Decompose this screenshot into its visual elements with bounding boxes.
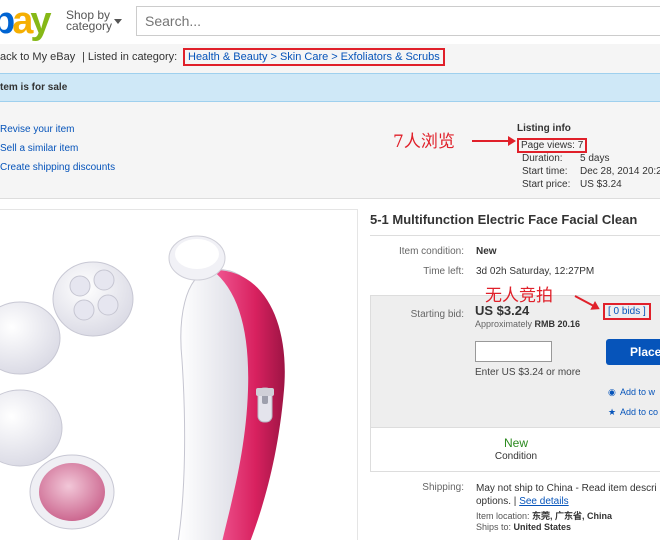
header: bay Shop by category (0, 0, 660, 44)
see-details-link[interactable]: See details (519, 496, 568, 507)
listing-info-title: Listing info (517, 123, 571, 134)
product-image[interactable] (0, 209, 358, 540)
start-price-row: Start price: US $3.24 (522, 179, 622, 190)
sell-similar-item-link[interactable]: Sell a similar item (0, 143, 78, 154)
breadcrumb-separator: > (270, 51, 277, 63)
face-brush-illustration (0, 235, 285, 540)
start-time-row: Start time: Dec 28, 2014 20:2 (522, 166, 660, 177)
seller-tools: Revise your item Sell a similar item Cre… (0, 103, 660, 198)
search-input[interactable] (136, 6, 660, 36)
shipping-text: May not ship to China - Read item descri… (476, 483, 657, 507)
chevron-down-icon (114, 19, 122, 24)
item-condition-label: Item condition: (398, 246, 464, 257)
breadcrumb-item-health-beauty[interactable]: Health & Beauty (188, 51, 268, 63)
add-to-collection-link[interactable]: ★ Add to co (608, 407, 658, 418)
create-shipping-discounts-link[interactable]: Create shipping discounts (0, 162, 115, 173)
back-to-my-ebay-link[interactable]: ack to My eBay (0, 46, 75, 68)
condition-box-value: New (503, 436, 528, 450)
item-title: 5-1 Multifunction Electric Face Facial C… (370, 212, 638, 227)
condition-box: New Condition (371, 427, 660, 471)
condition-box-label: Condition (494, 451, 538, 462)
time-left-label: Time left: (423, 266, 464, 277)
eye-icon: ◉ (608, 387, 616, 397)
bids-count-link[interactable]: [ 0 bids ] (603, 303, 651, 320)
breadcrumb-item-exfoliators-scrubs[interactable]: Exfoliators & Scrubs (341, 51, 440, 63)
bid-amount-input[interactable] (475, 341, 552, 362)
ships-to: Ships to: United States (476, 522, 572, 532)
item-condition-value: New (476, 246, 497, 257)
item-main: 5-1 Multifunction Electric Face Facial C… (0, 198, 660, 540)
revise-item-link[interactable]: Revise your item (0, 124, 74, 135)
shipping-label: Shipping: (422, 482, 464, 493)
time-left-value: 3d 02h Saturday, 12:27PM (476, 266, 595, 277)
duration-row: Duration: 5 days (522, 153, 610, 164)
banner-text: tem is for sale (0, 82, 68, 93)
add-to-watch-list-link[interactable]: ◉ Add to w (608, 387, 655, 398)
divider (370, 235, 660, 236)
views-annotation: 7人浏览 (393, 132, 455, 152)
breadcrumb-row: ack to My eBay | Listed in category: Hea… (0, 46, 660, 68)
enter-bid-hint: Enter US $3.24 or more (475, 367, 581, 378)
page-views-highlight: Page views: 7 (517, 138, 588, 153)
ebay-logo[interactable]: bay (0, 0, 52, 44)
star-icon: ★ (608, 407, 617, 417)
breadcrumb: Health & Beauty > Skin Care > Exfoliators & … (183, 48, 445, 66)
breadcrumb-separator: > (331, 51, 338, 63)
starting-bid-label: Starting bid: (410, 309, 464, 320)
listed-in-label: | Listed in category: (82, 51, 178, 63)
item-for-sale-banner: tem is for sale (0, 73, 660, 102)
shop-by-category-button[interactable]: Shop by category (66, 9, 122, 32)
annotation-arrow (472, 136, 516, 146)
place-bid-button[interactable]: Place bid (606, 339, 660, 365)
breadcrumb-item-skin-care[interactable]: Skin Care (280, 51, 328, 63)
no-bids-annotation: 无人竞拍 (485, 286, 553, 306)
approx-price: Approximately RMB 20.16 (475, 319, 581, 329)
item-location: Item location: 东莞, 广东省, China (476, 511, 613, 521)
